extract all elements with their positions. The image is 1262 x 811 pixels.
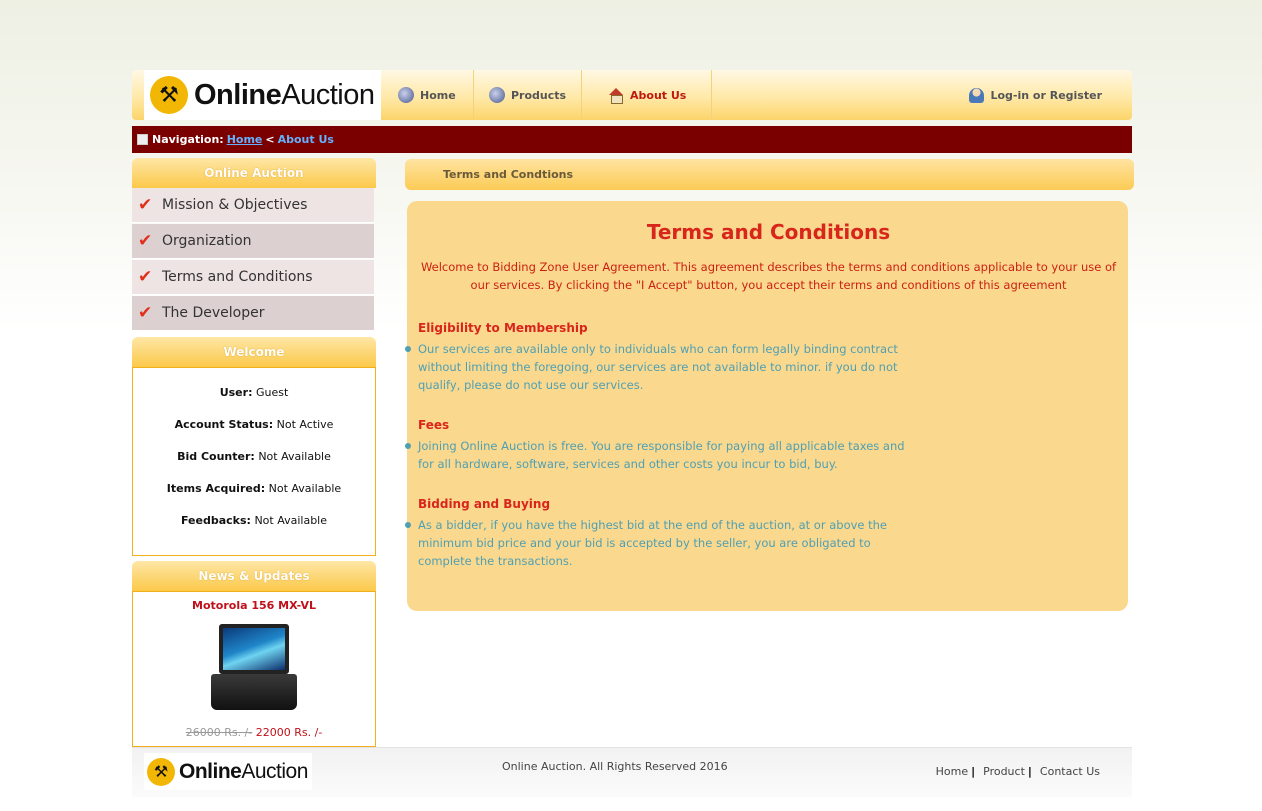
welcome-title: Welcome: [132, 337, 376, 367]
stat-account-status: Account Status: Not Active: [174, 418, 334, 431]
content-header-bar: Terms and Condtions: [405, 159, 1134, 190]
logo-text: OnlineAuction: [194, 78, 375, 111]
welcome-panel: User: Guest Account Status: Not Active B…: [132, 367, 376, 556]
site-logo[interactable]: ⚒ OnlineAuction: [144, 70, 381, 120]
check-icon: ✔: [138, 303, 153, 323]
news-item-price: 26000 Rs. /- 22000 Rs. /-: [185, 726, 323, 739]
news-title: News & Updates: [132, 561, 376, 591]
section-body-bidding: As a bidder, if you have the highest bid…: [405, 516, 918, 570]
breadcrumb: Navigation: Home < About Us: [132, 126, 1132, 153]
section-body-fees: Joining Online Auction is free. You are …: [405, 437, 918, 473]
home-icon: [608, 88, 624, 104]
copyright-text: Online Auction. All Rights Reserved 2016: [502, 760, 728, 773]
footer-links: Home | Product | Contact Us: [934, 765, 1102, 778]
terms-content: Terms and Conditions Welcome to Bidding …: [405, 201, 1128, 611]
nav-about-us[interactable]: About Us: [582, 70, 712, 120]
gavel-icon: ⚒: [147, 757, 175, 786]
footer-logo-text: OnlineAuction: [179, 759, 308, 783]
footer-link-home[interactable]: Home: [934, 765, 970, 778]
globe-icon: [489, 87, 505, 103]
section-body-eligibility: Our services are available only to indiv…: [405, 340, 918, 394]
breadcrumb-icon: [137, 134, 148, 145]
sidebar-item-terms[interactable]: ✔ Terms and Conditions: [132, 260, 374, 295]
footer-logo[interactable]: ⚒ OnlineAuction: [144, 753, 312, 790]
footer: ⚒ OnlineAuction Online Auction. All Righ…: [132, 747, 1132, 797]
stat-feedbacks: Feedbacks: Not Available: [180, 514, 327, 527]
check-icon: ✔: [138, 267, 153, 287]
news-panel: Motorola 156 MX-VL 26000 Rs. /- 22000 Rs…: [132, 591, 376, 747]
globe-icon: [398, 87, 414, 103]
footer-link-product[interactable]: Product: [981, 765, 1027, 778]
breadcrumb-home-link[interactable]: Home: [227, 133, 263, 146]
stat-user: User: Guest: [219, 386, 289, 399]
stat-bid-counter: Bid Counter: Not Available: [177, 450, 331, 463]
bullet-icon: [405, 522, 411, 528]
user-icon: [969, 87, 985, 103]
login-register-link[interactable]: Log-in or Register: [969, 70, 1102, 120]
nav-products[interactable]: Products: [474, 70, 582, 120]
laptop-image[interactable]: [209, 624, 299, 710]
laptop-keyboard: [211, 674, 297, 710]
page-title: Terms and Conditions: [646, 220, 891, 244]
sidebar-item-organization[interactable]: ✔ Organization: [132, 224, 374, 259]
section-title-bidding: Bidding and Buying: [418, 497, 551, 511]
sidebar-item-developer[interactable]: ✔ The Developer: [132, 296, 374, 331]
section-title-fees: Fees: [418, 418, 450, 432]
laptop-screen: [219, 624, 289, 674]
footer-link-contact[interactable]: Contact Us: [1038, 765, 1102, 778]
check-icon: ✔: [138, 195, 153, 215]
intro-text: Welcome to Bidding Zone User Agreement. …: [420, 260, 1117, 292]
sidebar-menu-title: Online Auction: [132, 158, 376, 188]
section-title-eligibility: Eligibility to Membership: [418, 321, 588, 335]
bullet-icon: [405, 346, 411, 352]
news-item-name[interactable]: Motorola 156 MX-VL: [133, 599, 375, 612]
stat-items-acquired: Items Acquired: Not Available: [166, 482, 342, 495]
sidebar-item-mission[interactable]: ✔ Mission & Objectives: [132, 188, 374, 223]
nav-home[interactable]: Home: [382, 70, 474, 120]
top-header: ⚒ OnlineAuction Home Products About Us L…: [132, 70, 1132, 120]
check-icon: ✔: [138, 231, 153, 251]
breadcrumb-current: About Us: [277, 133, 334, 146]
gavel-icon: ⚒: [150, 76, 188, 114]
bullet-icon: [405, 443, 411, 449]
